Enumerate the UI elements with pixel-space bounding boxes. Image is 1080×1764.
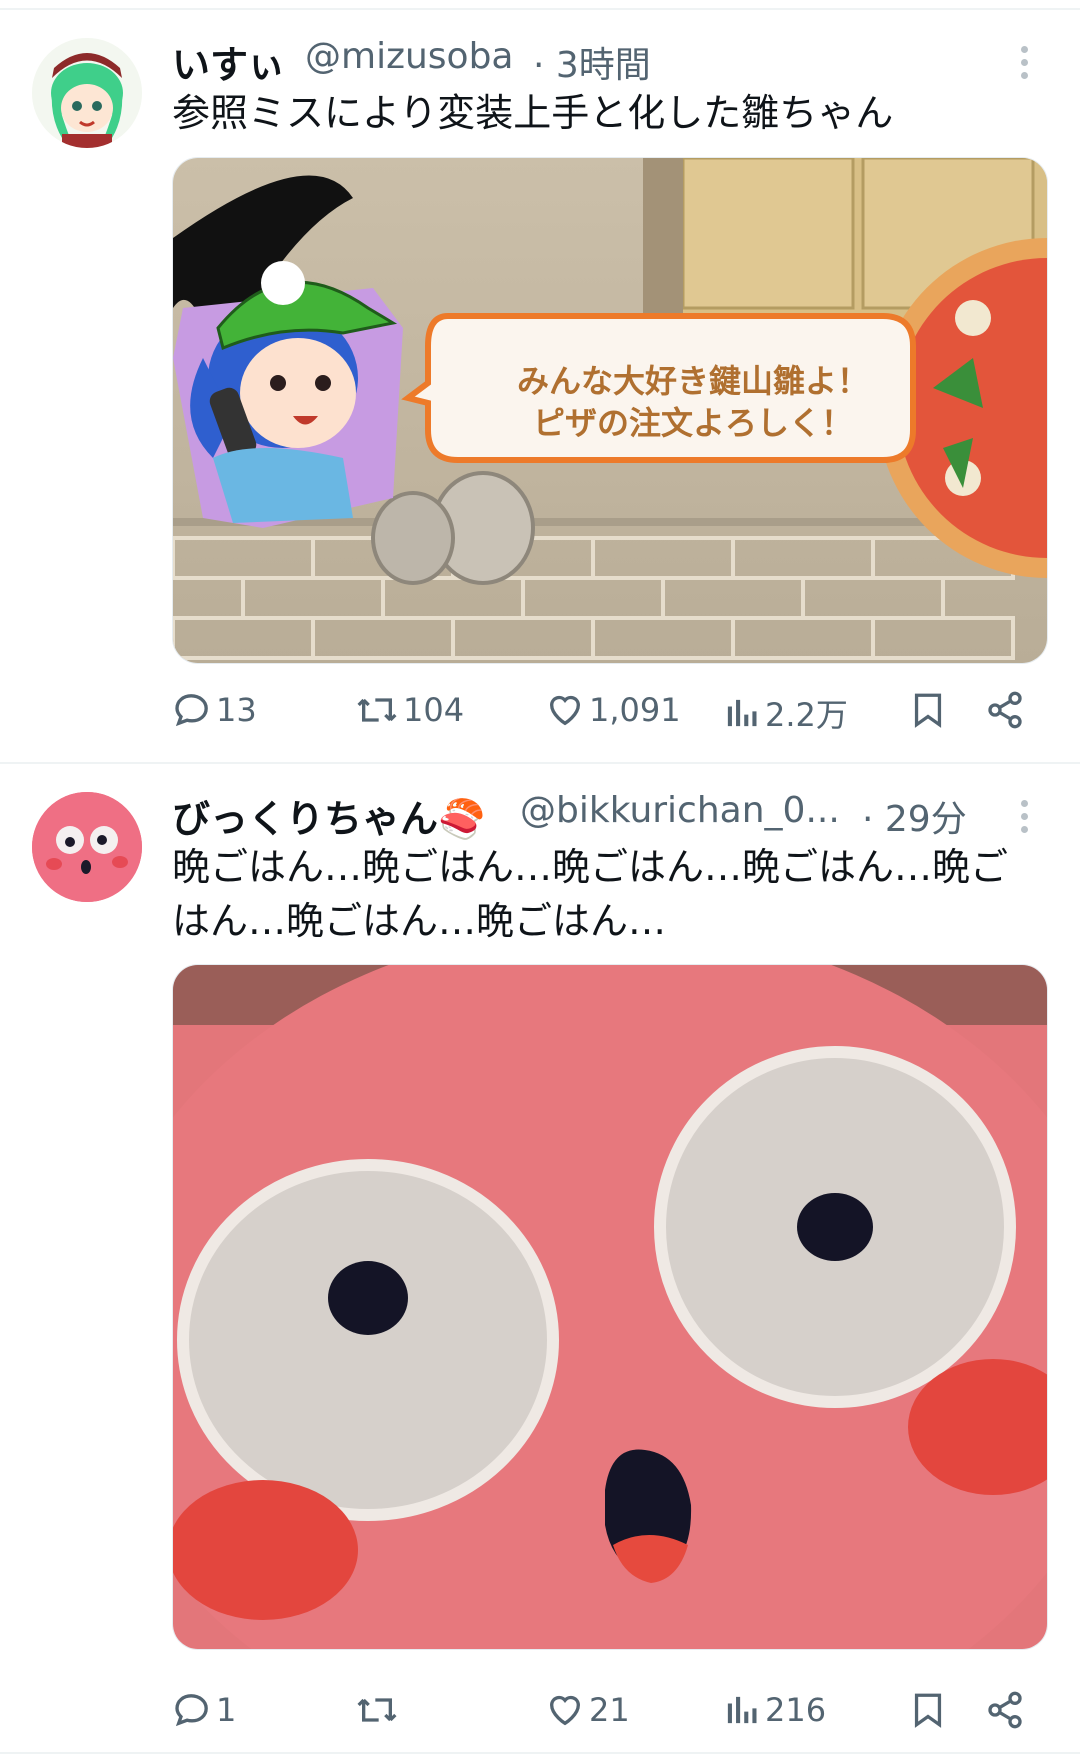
timestamp[interactable]: · 3時間	[533, 36, 651, 88]
bookmark-icon	[914, 1693, 942, 1728]
tweet-2[interactable]: びっくりちゃん🍣 @bikkurichan_0... · 29分 晩ごはん…晩ご…	[0, 764, 1080, 1754]
tweet-text: 晩ごはん…晩ごはん…晩ごはん…晩ごはん…晩ごはん…晩ごはん…晩ごはん…	[172, 845, 1009, 943]
retweet-icon	[357, 698, 397, 722]
tweet-image-art	[173, 965, 1047, 1649]
like-icon	[549, 695, 581, 726]
like-button[interactable]: 21	[545, 1690, 630, 1730]
more-icon[interactable]	[1016, 800, 1032, 839]
share-icon	[988, 691, 1022, 729]
bookmark-button[interactable]	[910, 1690, 946, 1730]
views-count: 216	[765, 1691, 827, 1729]
display-name[interactable]: いすぃ	[172, 34, 285, 89]
avatar[interactable]	[32, 38, 142, 148]
like-button[interactable]: 1,091	[545, 690, 681, 730]
avatar-image	[32, 792, 142, 902]
share-button[interactable]	[985, 690, 1025, 730]
handle[interactable]: @mizusoba	[305, 36, 513, 77]
views-button[interactable]: 2.2万	[725, 690, 848, 736]
speech-line-1: みんな大好き鍵山雛よ！	[516, 362, 869, 400]
views-icon	[727, 1696, 757, 1724]
reply-count: 13	[216, 691, 257, 729]
display-name[interactable]: びっくりちゃん🍣	[172, 788, 485, 843]
retweet-button[interactable]	[355, 1690, 403, 1730]
like-icon	[549, 1695, 581, 1726]
tweet-text: 参照ミスにより変装上手と化した雛ちゃん	[172, 91, 894, 135]
reply-count: 1	[216, 1691, 237, 1729]
reply-button[interactable]: 1	[172, 1690, 236, 1730]
bottom-divider	[0, 1752, 1080, 1754]
retweet-button[interactable]: 104	[355, 690, 464, 730]
tweet-image[interactable]	[172, 964, 1048, 1650]
views-icon	[727, 699, 757, 727]
tweet-1[interactable]: いすぃ @mizusoba · 3時間 参照ミスにより変装上手と化した雛ちゃん	[0, 0, 1080, 762]
like-count: 21	[589, 1691, 630, 1729]
bookmark-button[interactable]	[910, 690, 946, 730]
avatar-image	[32, 38, 142, 148]
tweet-image[interactable]: みんな大好き鍵山雛よ！ ピザの注文よろしく！	[172, 157, 1048, 664]
handle[interactable]: @bikkurichan_0...	[520, 790, 850, 831]
reply-icon	[175, 694, 208, 727]
share-button[interactable]	[985, 1690, 1025, 1730]
retweet-icon	[357, 1698, 397, 1722]
views-count: 2.2万	[765, 696, 848, 734]
like-count: 1,091	[589, 691, 681, 729]
reply-icon	[175, 1694, 208, 1727]
views-button[interactable]: 216	[725, 1690, 826, 1730]
avatar[interactable]	[32, 792, 142, 902]
bookmark-icon	[914, 693, 942, 728]
speech-line-2: ピザの注文よろしく！	[532, 404, 853, 442]
more-icon[interactable]	[1016, 46, 1032, 85]
reply-button[interactable]: 13	[172, 690, 257, 730]
timestamp[interactable]: · 29分	[862, 790, 967, 842]
retweet-count: 104	[403, 691, 465, 729]
share-icon	[988, 1691, 1022, 1729]
